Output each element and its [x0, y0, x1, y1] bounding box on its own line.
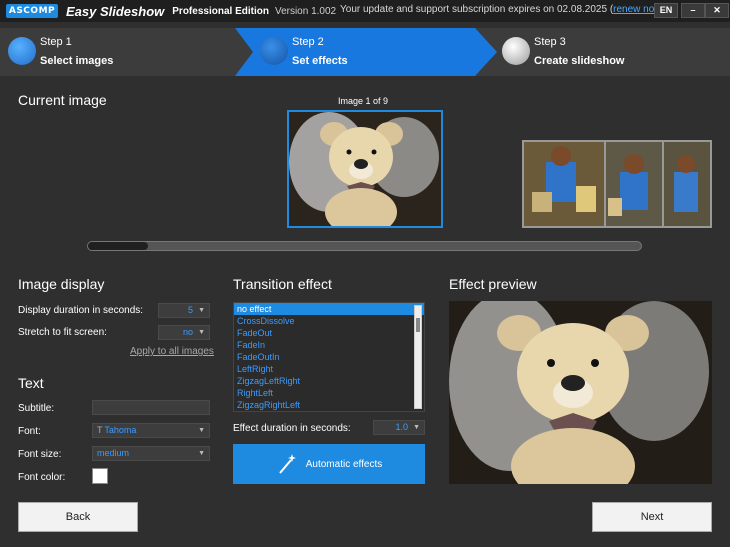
- effect-preview-title: Effect preview: [449, 276, 537, 292]
- list-item[interactable]: ZigzagRightLeft: [234, 399, 424, 411]
- step-1-circle-icon: [8, 37, 36, 65]
- step-3-label: Create slideshow: [534, 55, 625, 67]
- thumbnail-2[interactable]: [604, 140, 664, 228]
- stretch-value: no: [182, 327, 193, 337]
- back-button[interactable]: Back: [18, 502, 138, 532]
- chevron-down-icon: ▼: [198, 307, 205, 314]
- automatic-effects-button[interactable]: Automatic effects: [233, 444, 425, 484]
- list-item[interactable]: ZigzagLeftRight: [234, 375, 424, 387]
- minimize-button[interactable]: –: [681, 3, 705, 18]
- list-scrollbar[interactable]: [414, 305, 422, 409]
- thumbnail-3-image: [664, 142, 710, 226]
- list-item[interactable]: RightLeft: [234, 387, 424, 399]
- automatic-effects-label: Automatic effects: [305, 458, 383, 470]
- app-name: Easy Slideshow: [66, 3, 165, 19]
- apply-to-all-link[interactable]: Apply to all images: [130, 346, 214, 357]
- list-item[interactable]: FadeOut: [234, 327, 424, 339]
- title-bar: ASCOMP Easy Slideshow Professional Editi…: [0, 0, 730, 22]
- step-2-number: Step 2: [292, 36, 324, 48]
- list-item[interactable]: LeftRight: [234, 363, 424, 375]
- subscription-notice: Your update and support subscription exp…: [340, 4, 665, 15]
- step-3[interactable]: Step 3 Create slideshow: [494, 28, 724, 76]
- font-size-value: medium: [97, 448, 130, 458]
- teddy-bear-image: [289, 112, 441, 226]
- list-item[interactable]: no effect: [234, 303, 424, 315]
- effect-duration-dropdown[interactable]: 1.0 ▼: [373, 420, 425, 435]
- font-color-swatch[interactable]: [92, 468, 108, 484]
- next-button[interactable]: Next: [592, 502, 712, 532]
- ascomp-logo: ASCOMP: [6, 4, 58, 18]
- chevron-down-icon: ▼: [198, 427, 205, 434]
- effect-preview-pane: [449, 301, 712, 484]
- step-2-label: Set effects: [292, 55, 348, 67]
- step-2[interactable]: Step 2 Set effects: [252, 28, 482, 76]
- thumbnail-1-image: [524, 142, 604, 226]
- thumbnail-3[interactable]: [662, 140, 712, 228]
- current-image-title: Current image: [18, 92, 107, 108]
- chevron-down-icon: ▼: [198, 450, 205, 457]
- edition-label: Professional Edition: [172, 5, 269, 17]
- image-counter: Image 1 of 9: [338, 96, 389, 106]
- list-item[interactable]: CrossDissolve: [234, 315, 424, 327]
- step-1-label: Select images: [40, 55, 114, 67]
- font-size-label: Font size:: [18, 449, 62, 460]
- duration-dropdown[interactable]: 5 ▼: [158, 303, 210, 318]
- list-item[interactable]: FadeIn: [234, 339, 424, 351]
- chevron-down-icon: ▼: [198, 329, 205, 336]
- effect-preview-image: [449, 301, 712, 484]
- close-button[interactable]: ✕: [705, 3, 729, 18]
- duration-label: Display duration in seconds:: [18, 305, 144, 316]
- thumbnail-scrollbar[interactable]: [87, 241, 642, 251]
- font-dropdown[interactable]: T Tahoma ▼: [92, 423, 210, 438]
- subtitle-input[interactable]: [92, 400, 210, 415]
- step-1[interactable]: Step 1 Select images: [0, 28, 230, 76]
- transition-effect-list[interactable]: no effect CrossDissolve FadeOut FadeIn F…: [233, 302, 425, 412]
- step-1-number: Step 1: [40, 36, 72, 48]
- font-label: Font:: [18, 426, 41, 437]
- list-item[interactable]: FadeOutIn: [234, 351, 424, 363]
- step-2-circle-icon: [260, 37, 288, 65]
- language-button[interactable]: EN: [654, 3, 678, 18]
- magic-wand-icon: [278, 454, 296, 474]
- list-scroll-thumb[interactable]: [416, 318, 420, 332]
- chevron-down-icon: ▼: [413, 424, 420, 431]
- subtitle-label: Subtitle:: [18, 403, 55, 414]
- effect-duration-label: Effect duration in seconds:: [233, 423, 351, 434]
- font-value: Tahoma: [104, 425, 137, 435]
- font-size-dropdown[interactable]: medium ▼: [92, 446, 210, 461]
- stretch-label: Stretch to fit screen:: [18, 327, 107, 338]
- stretch-dropdown[interactable]: no ▼: [158, 325, 210, 340]
- current-image-preview[interactable]: [287, 110, 443, 228]
- step-3-number: Step 3: [534, 36, 566, 48]
- thumbnail-1[interactable]: [522, 140, 606, 228]
- transition-effect-title: Transition effect: [233, 276, 332, 292]
- font-color-label: Font color:: [18, 472, 66, 483]
- image-display-title: Image display: [18, 276, 105, 292]
- text-section-title: Text: [18, 375, 44, 391]
- thumbnail-2-image: [606, 142, 662, 226]
- duration-value: 5: [187, 305, 193, 315]
- subscription-text: Your update and support subscription exp…: [340, 4, 614, 15]
- step-3-circle-icon: [502, 37, 530, 65]
- thumbnail-scroll-thumb[interactable]: [88, 242, 148, 250]
- effect-duration-value: 1.0: [395, 422, 408, 432]
- version-label: Version 1.002: [274, 5, 337, 17]
